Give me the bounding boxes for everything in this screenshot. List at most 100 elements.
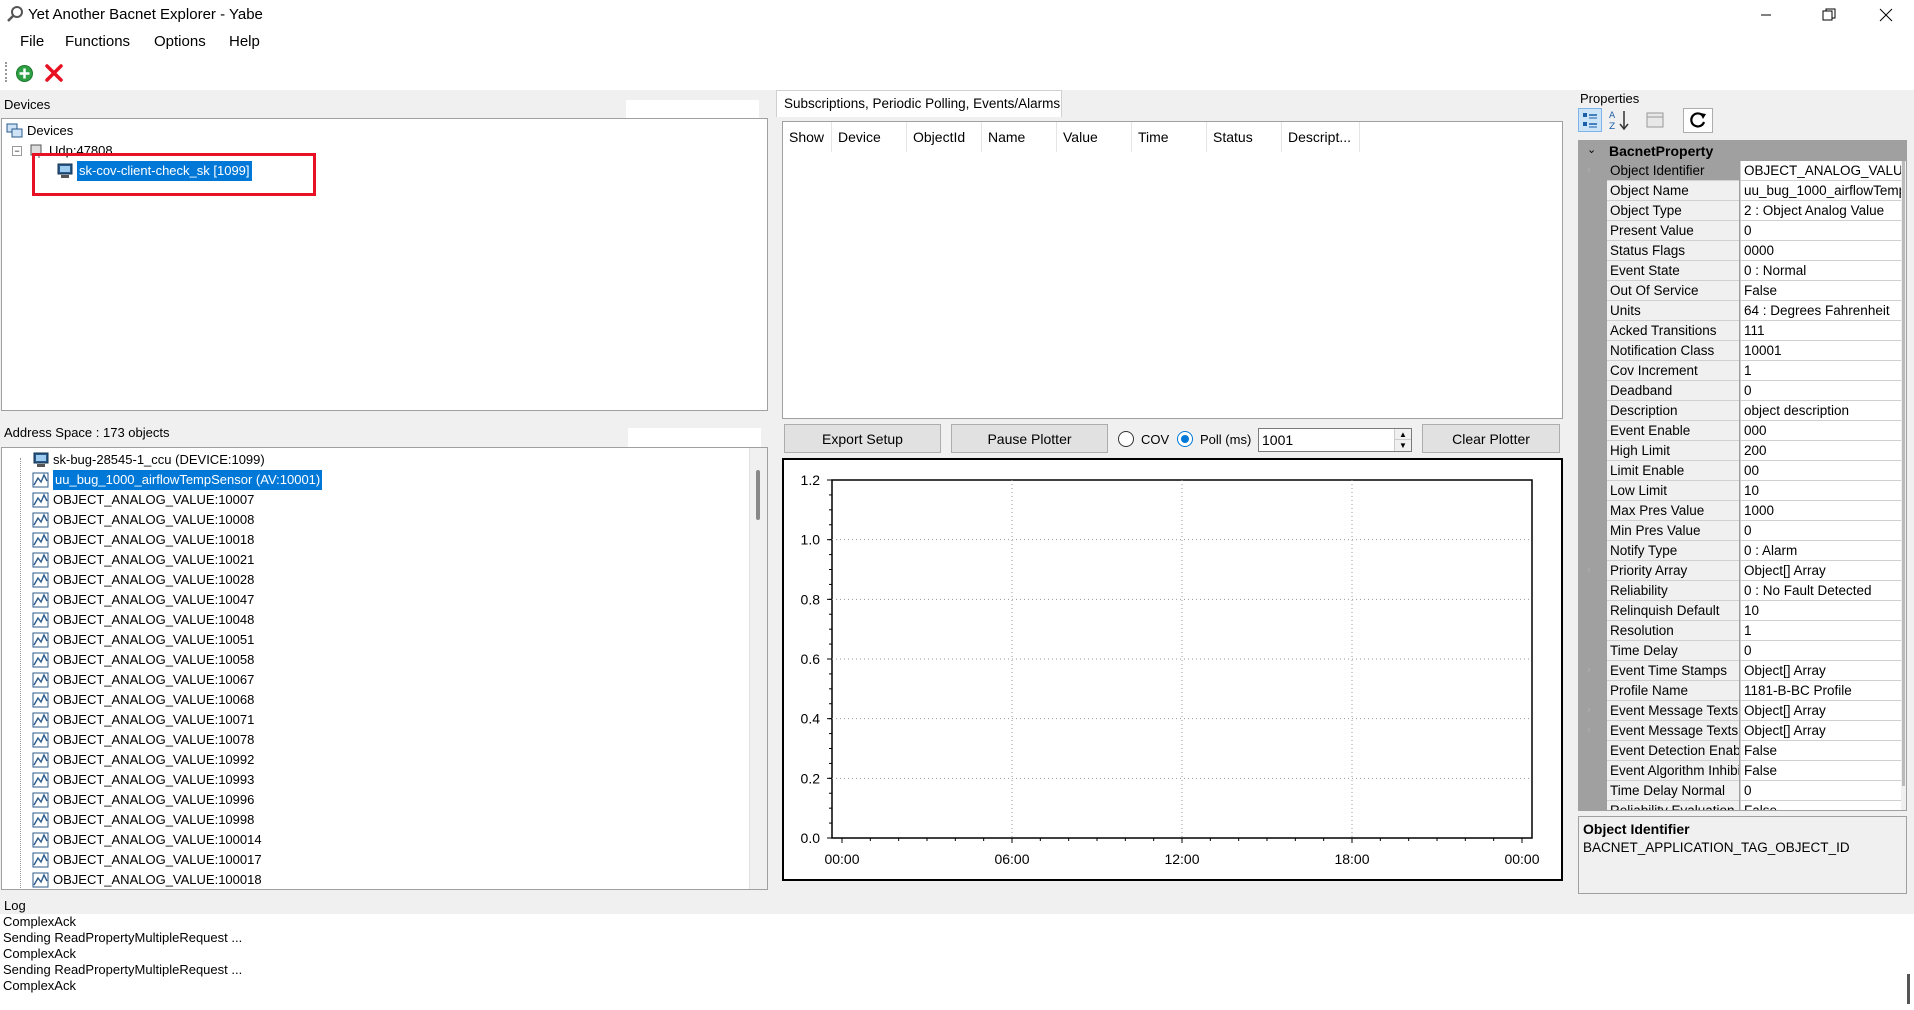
toolbar-grip[interactable] — [5, 62, 7, 82]
stepper-down-icon[interactable]: ▼ — [1395, 440, 1411, 451]
stepper-up-icon[interactable]: ▲ — [1395, 429, 1411, 440]
property-row[interactable]: Reliability Evaluation I False — [1579, 801, 1906, 810]
address-object-node[interactable]: OBJECT_ANALOG_VALUE:10021 — [32, 550, 254, 570]
property-row[interactable]: Time Delay 0 — [1579, 641, 1906, 661]
property-row[interactable]: Object Type 2 : Object Analog Value — [1579, 201, 1906, 221]
address-object-node[interactable]: OBJECT_ANALOG_VALUE:10048 — [32, 610, 254, 630]
property-row[interactable]: Notify Type 0 : Alarm — [1579, 541, 1906, 561]
property-value[interactable]: 0 : No Fault Detected — [1740, 581, 1902, 601]
pause-plotter-button[interactable]: Pause Plotter — [951, 424, 1108, 453]
menu-file[interactable]: File — [20, 33, 44, 50]
tab-subscriptions[interactable]: Subscriptions, Periodic Polling, Events/… — [776, 90, 1062, 117]
property-value[interactable]: Object[] Array — [1740, 701, 1902, 721]
col-objectid[interactable]: ObjectId — [907, 122, 982, 152]
address-object-node[interactable]: OBJECT_ANALOG_VALUE:10028 — [32, 570, 254, 590]
property-pages-button[interactable] — [1645, 110, 1665, 130]
address-object-node[interactable]: OBJECT_ANALOG_VALUE:10068 — [32, 690, 254, 710]
collapse-toggle-icon[interactable]: − — [12, 146, 22, 156]
property-row[interactable]: Relinquish Default 10 — [1579, 601, 1906, 621]
clear-plotter-button[interactable]: Clear Plotter — [1422, 424, 1560, 453]
property-value[interactable]: 1 — [1740, 361, 1902, 381]
expand-chevron-icon[interactable]: › — [1587, 564, 1591, 576]
refresh-button[interactable] — [1683, 108, 1713, 133]
address-space-tree[interactable]: sk-bug-28545-1_ccu (DEVICE:1099) uu_bug_1… — [1, 447, 768, 890]
property-scroll-thumb[interactable] — [1902, 161, 1905, 786]
property-row[interactable]: Max Pres Value 1000 — [1579, 501, 1906, 521]
plotter-chart[interactable]: 0.0 0.2 0.4 0.6 0.8 1.0 1.2 00:00 06:00 12:00 18:0… — [782, 458, 1563, 881]
property-value[interactable]: Object[] Array — [1740, 661, 1902, 681]
address-device-node[interactable]: sk-bug-28545-1_ccu (DEVICE:1099) — [32, 450, 265, 470]
property-value[interactable]: 1181-B-BC Profile — [1740, 681, 1902, 701]
property-value[interactable]: False — [1740, 801, 1902, 810]
sort-alpha-button[interactable]: A Z — [1607, 108, 1631, 132]
poll-interval-stepper[interactable]: ▲ ▼ — [1258, 428, 1412, 452]
col-time[interactable]: Time — [1132, 122, 1207, 152]
property-row[interactable]: › Event Message Texts Object[] Array — [1579, 701, 1906, 721]
menu-functions[interactable]: Functions — [65, 33, 130, 50]
address-object-node[interactable]: OBJECT_ANALOG_VALUE:10998 — [32, 810, 254, 830]
cov-radio[interactable]: COV — [1118, 431, 1169, 447]
property-value[interactable]: 0 — [1740, 781, 1902, 801]
property-value[interactable]: 00 — [1740, 461, 1902, 481]
property-row[interactable]: Units 64 : Degrees Fahrenheit — [1579, 301, 1906, 321]
property-value[interactable]: object description — [1740, 401, 1902, 421]
property-row[interactable]: Low Limit 10 — [1579, 481, 1906, 501]
property-grid[interactable]: ⌄ BacnetProperty › Object Identifier OBJEC… — [1578, 140, 1907, 811]
property-row[interactable]: Cov Increment 1 — [1579, 361, 1906, 381]
address-object-node[interactable]: OBJECT_ANALOG_VALUE:10058 — [32, 650, 254, 670]
property-row[interactable]: Acked Transitions 111 — [1579, 321, 1906, 341]
address-object-node[interactable]: uu_bug_1000_airflowTempSensor (AV:10001) — [32, 470, 323, 490]
add-device-icon[interactable] — [15, 64, 34, 83]
property-value[interactable]: 10 — [1740, 601, 1902, 621]
property-value[interactable]: 1000 — [1740, 501, 1902, 521]
property-row[interactable]: Min Pres Value 0 — [1579, 521, 1906, 541]
property-value[interactable]: False — [1740, 761, 1902, 781]
property-row[interactable]: Profile Name 1181-B-BC Profile — [1579, 681, 1906, 701]
address-object-node[interactable]: OBJECT_ANALOG_VALUE:10008 — [32, 510, 254, 530]
categorized-button[interactable] — [1578, 108, 1602, 132]
col-value[interactable]: Value — [1057, 122, 1132, 152]
property-row[interactable]: Event Detection Enab False — [1579, 741, 1906, 761]
address-object-node[interactable]: OBJECT_ANALOG_VALUE:100017 — [32, 850, 262, 870]
address-object-node[interactable]: OBJECT_ANALOG_VALUE:10071 — [32, 710, 254, 730]
poll-interval-input[interactable] — [1259, 429, 1393, 451]
property-row[interactable]: High Limit 200 — [1579, 441, 1906, 461]
property-row[interactable]: Resolution 1 — [1579, 621, 1906, 641]
property-value[interactable]: 64 : Degrees Fahrenheit — [1740, 301, 1902, 321]
property-value[interactable]: OBJECT_ANALOG_VALU — [1740, 161, 1902, 181]
property-value[interactable]: 000 — [1740, 421, 1902, 441]
property-row[interactable]: Event Enable 000 — [1579, 421, 1906, 441]
address-object-node[interactable]: OBJECT_ANALOG_VALUE:100018 — [32, 870, 262, 889]
expand-chevron-icon[interactable]: › — [1587, 704, 1591, 716]
property-value[interactable]: 2 : Object Analog Value — [1740, 201, 1902, 221]
property-value[interactable]: 1 — [1740, 621, 1902, 641]
address-object-node[interactable]: OBJECT_ANALOG_VALUE:10018 — [32, 530, 254, 550]
tree-node-devices-root[interactable]: Devices — [6, 121, 73, 141]
menu-options[interactable]: Options — [154, 33, 206, 50]
col-description[interactable]: Descript... — [1282, 122, 1360, 152]
address-object-node[interactable]: OBJECT_ANALOG_VALUE:10993 — [32, 770, 254, 790]
expand-chevron-icon[interactable]: › — [1587, 724, 1591, 736]
property-value[interactable]: 0 — [1740, 221, 1902, 241]
expand-chevron-icon[interactable]: › — [1587, 664, 1591, 676]
property-value[interactable]: False — [1740, 281, 1902, 301]
minimize-button[interactable] — [1738, 0, 1794, 29]
property-value[interactable]: Object[] Array — [1740, 561, 1902, 581]
property-row[interactable]: Limit Enable 00 — [1579, 461, 1906, 481]
property-row[interactable]: Status Flags 0000 — [1579, 241, 1906, 261]
property-value[interactable]: 111 — [1740, 321, 1902, 341]
property-scrollbar[interactable] — [1901, 161, 1906, 810]
property-row[interactable]: Time Delay Normal 0 — [1579, 781, 1906, 801]
col-name[interactable]: Name — [982, 122, 1057, 152]
property-row[interactable]: Reliability 0 : No Fault Detected — [1579, 581, 1906, 601]
address-object-node[interactable]: OBJECT_ANALOG_VALUE:10047 — [32, 590, 254, 610]
property-row[interactable]: › Object Identifier OBJECT_ANALOG_VALU — [1579, 161, 1906, 181]
address-scroll-thumb[interactable] — [756, 470, 760, 520]
property-value[interactable]: 0000 — [1740, 241, 1902, 261]
cov-radio-circle[interactable] — [1118, 431, 1134, 447]
address-object-node[interactable]: OBJECT_ANALOG_VALUE:10007 — [32, 490, 254, 510]
stepper-buttons[interactable]: ▲ ▼ — [1394, 429, 1411, 451]
property-row[interactable]: Description object description — [1579, 401, 1906, 421]
property-row[interactable]: Object Name uu_bug_1000_airflowTemp — [1579, 181, 1906, 201]
col-show[interactable]: Show — [783, 122, 832, 152]
